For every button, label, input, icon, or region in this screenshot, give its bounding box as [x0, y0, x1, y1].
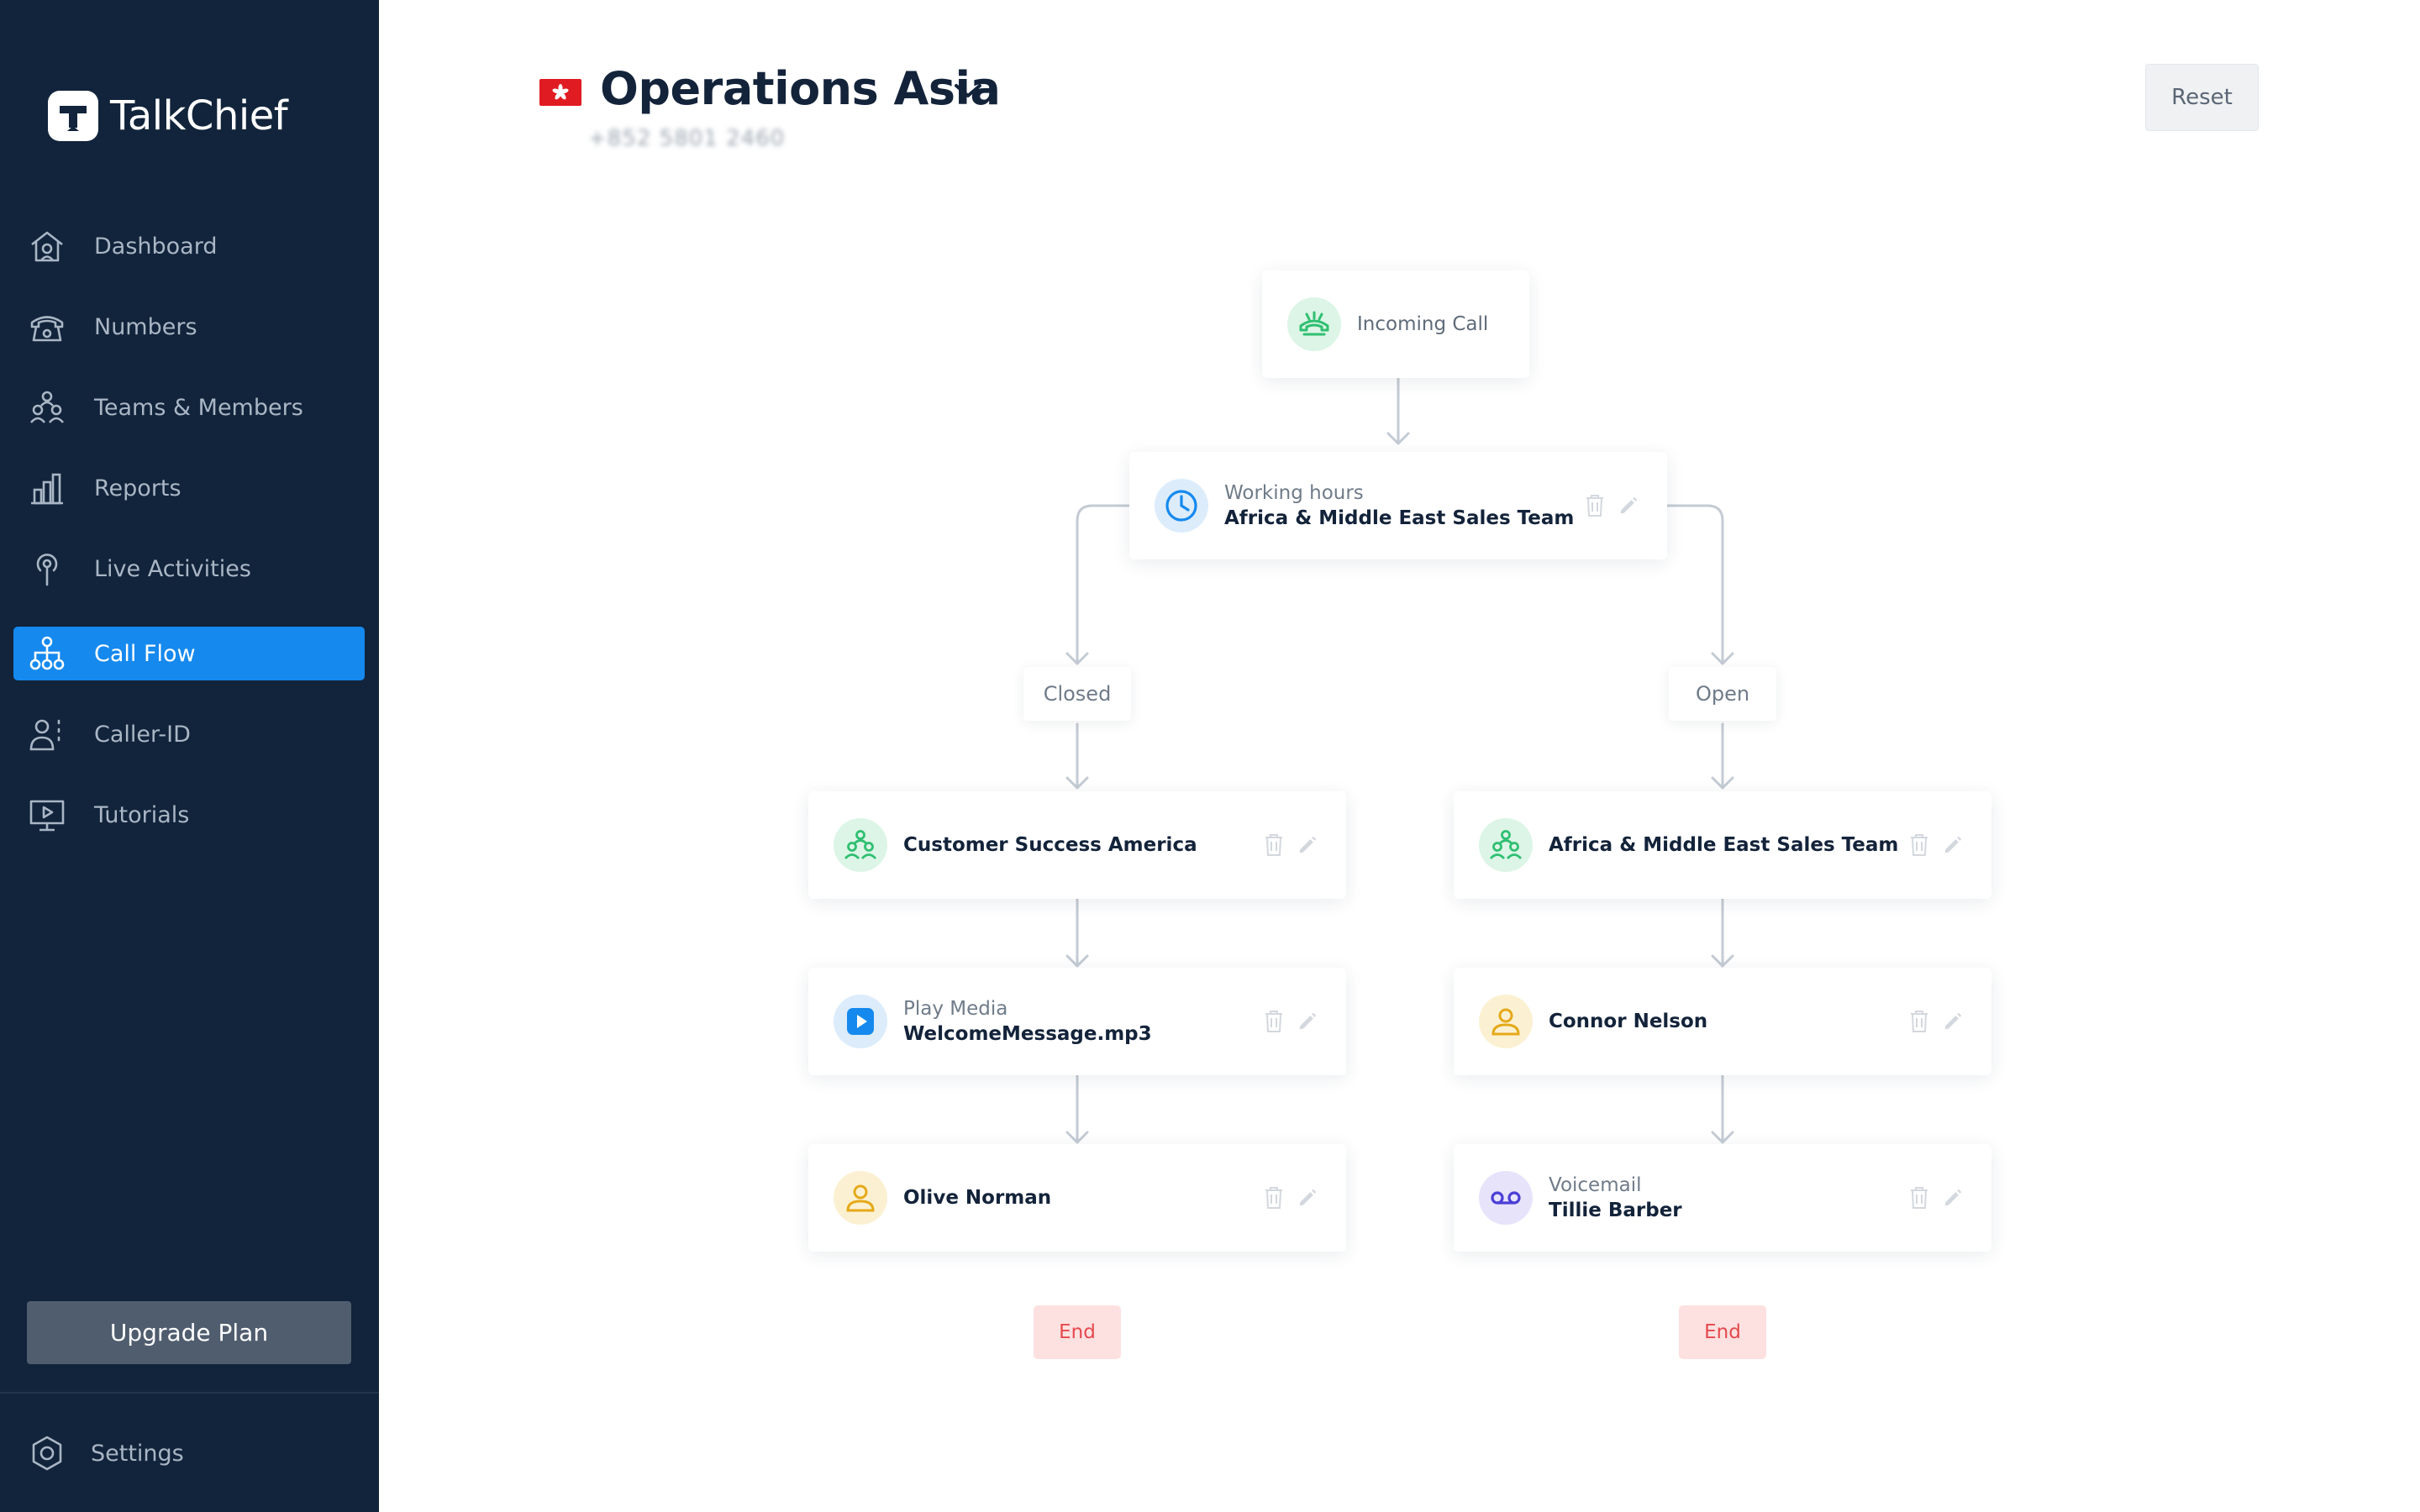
- flow-step-customer-success-america[interactable]: Customer Success America: [808, 791, 1346, 899]
- trash-icon[interactable]: [1909, 832, 1929, 858]
- working-hours-node[interactable]: Working hours Africa & Middle East Sales…: [1129, 452, 1667, 559]
- node-text: Working hours Africa & Middle East Sales…: [1224, 480, 1574, 531]
- branch-label-closed: Closed: [1023, 667, 1131, 721]
- node-label: Tillie Barber: [1549, 1200, 1682, 1221]
- node-text: Africa & Middle East Sales Team: [1549, 832, 1898, 858]
- edit-icon[interactable]: [1297, 1008, 1318, 1035]
- flow-step-olive-norman[interactable]: Olive Norman: [808, 1144, 1346, 1252]
- flow-connectors: [1065, 376, 1734, 1144]
- edit-icon[interactable]: [1297, 832, 1318, 858]
- edit-icon[interactable]: [1943, 1008, 1963, 1035]
- incoming-call-node[interactable]: Incoming Call: [1262, 270, 1529, 378]
- node-label: Africa & Middle East Sales Team: [1549, 834, 1899, 856]
- node-actions: [1909, 1184, 1963, 1211]
- trash-icon[interactable]: [1585, 492, 1605, 519]
- node-label: Africa & Middle East Sales Team: [1224, 507, 1575, 529]
- trash-icon[interactable]: [1264, 1008, 1284, 1035]
- user-icon: [1479, 995, 1533, 1048]
- node-text: Olive Norman: [903, 1185, 1051, 1210]
- node-actions: [1909, 832, 1963, 858]
- flow-step-play-media[interactable]: Play Media WelcomeMessage.mp3: [808, 968, 1346, 1075]
- node-sub-label: Voicemail: [1549, 1174, 1642, 1196]
- edit-icon[interactable]: [1943, 1184, 1963, 1211]
- branch-label-open: Open: [1669, 667, 1776, 721]
- node-text: Incoming Call: [1357, 312, 1488, 337]
- flow-step-voicemail[interactable]: Voicemail Tillie Barber: [1454, 1144, 1991, 1252]
- node-sub-label: Working hours: [1224, 482, 1364, 504]
- team-icon: [1479, 818, 1533, 872]
- end-badge-closed: End: [1034, 1305, 1121, 1359]
- node-label: WelcomeMessage.mp3: [903, 1023, 1152, 1045]
- edit-icon[interactable]: [1618, 492, 1639, 519]
- node-actions: [1264, 832, 1318, 858]
- node-label: Olive Norman: [903, 1187, 1052, 1209]
- node-actions: [1585, 492, 1639, 519]
- trash-icon[interactable]: [1909, 1184, 1929, 1211]
- flow-step-africa-middle-east-sales-team[interactable]: Africa & Middle East Sales Team: [1454, 791, 1991, 899]
- node-label: Customer Success America: [903, 834, 1197, 856]
- node-label: Incoming Call: [1357, 313, 1489, 335]
- trash-icon[interactable]: [1264, 1184, 1284, 1211]
- trash-icon[interactable]: [1264, 832, 1284, 858]
- node-label: Connor Nelson: [1549, 1011, 1708, 1032]
- user-icon: [834, 1171, 887, 1225]
- team-icon: [834, 818, 887, 872]
- node-text: Customer Success America: [903, 832, 1197, 858]
- incoming-call-icon: [1287, 297, 1341, 351]
- edit-icon[interactable]: [1943, 832, 1963, 858]
- voicemail-icon: [1479, 1171, 1533, 1225]
- node-text: Connor Nelson: [1549, 1009, 1707, 1034]
- node-actions: [1264, 1008, 1318, 1035]
- node-text: Play Media WelcomeMessage.mp3: [903, 996, 1152, 1047]
- trash-icon[interactable]: [1909, 1008, 1929, 1035]
- node-actions: [1909, 1008, 1963, 1035]
- node-sub-label: Play Media: [903, 998, 1008, 1020]
- edit-icon[interactable]: [1297, 1184, 1318, 1211]
- clock-icon: [1155, 479, 1208, 533]
- node-text: Voicemail Tillie Barber: [1549, 1173, 1682, 1223]
- end-badge-open: End: [1679, 1305, 1766, 1359]
- node-actions: [1264, 1184, 1318, 1211]
- flow-step-connor-nelson[interactable]: Connor Nelson: [1454, 968, 1991, 1075]
- play-icon: [834, 995, 887, 1048]
